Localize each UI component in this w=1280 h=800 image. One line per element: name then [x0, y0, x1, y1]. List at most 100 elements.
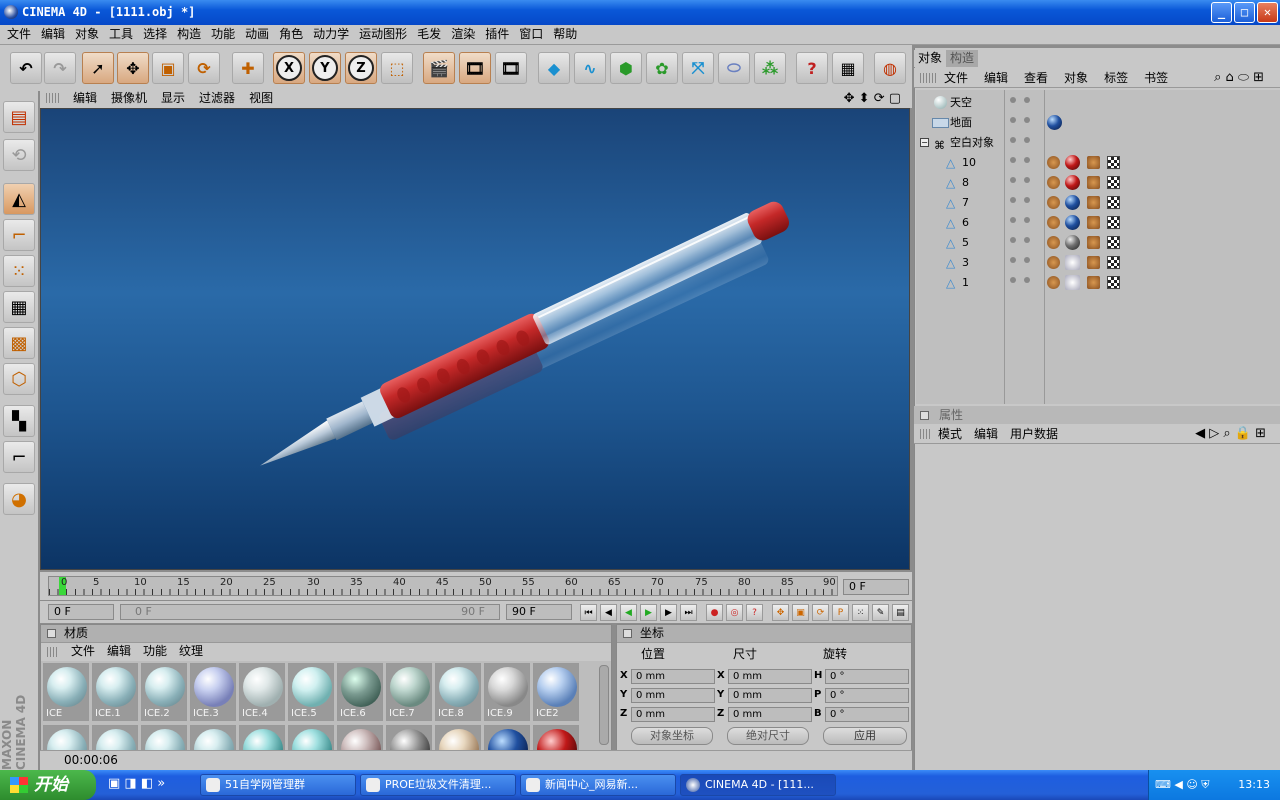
live-select-icon[interactable]: ➚ [82, 52, 114, 84]
menu-window[interactable]: 窗口 [514, 25, 548, 44]
texture-tag-icon[interactable] [1107, 236, 1120, 249]
scale-tool-icon[interactable]: ▣ [152, 52, 184, 84]
key-pla-icon[interactable]: ⁙ [852, 604, 869, 621]
tree-row-object-10[interactable]: △ 10 [916, 153, 1280, 173]
start-button[interactable]: 开始 [0, 770, 96, 800]
material-swatch[interactable]: ICE.2 [141, 663, 187, 721]
close-button[interactable]: ✕ [1257, 2, 1278, 23]
deformer-icon[interactable]: ⤧ [682, 52, 714, 84]
cube-primitive-icon[interactable]: ◆ [538, 52, 570, 84]
tree-row-object-5[interactable]: △ 5 [916, 233, 1280, 253]
viewport-nav-icons[interactable]: ✥ ⬍ ⟳ ▢ [837, 89, 908, 108]
material-swatch[interactable]: ICE.8 [435, 663, 481, 721]
tree-row-object-8[interactable]: △ 8 [916, 173, 1280, 193]
menu-functions[interactable]: 功能 [206, 25, 240, 44]
help-icon[interactable]: ? [796, 52, 828, 84]
timeline-ruler[interactable]: 0 5 10 15 20 25 30 35 40 45 50 55 60 65 … [48, 576, 838, 596]
uvw-tag-icon[interactable] [1087, 256, 1100, 269]
menu-edit[interactable]: 编辑 [36, 25, 70, 44]
sculpt-icon[interactable]: ◕ [3, 483, 35, 515]
record-icon[interactable]: ● [706, 604, 723, 621]
tray-icons[interactable]: ⌨ ◀ ☺ ⛨ [1155, 778, 1210, 791]
model-mode-icon[interactable]: ◭ [3, 183, 35, 215]
uvw-tag-icon[interactable] [1087, 196, 1100, 209]
preview-range-slider[interactable]: 0 F 90 F [120, 604, 500, 620]
next-frame-icon[interactable]: ▶ [660, 604, 677, 621]
tree-row-object-1[interactable]: △ 1 [916, 273, 1280, 293]
spline-icon[interactable]: ∿ [574, 52, 606, 84]
material-tag-icon[interactable] [1065, 195, 1080, 210]
panel-checkbox[interactable] [623, 629, 632, 638]
menu-hair[interactable]: 毛发 [412, 25, 446, 44]
phong-tag-icon[interactable] [1047, 196, 1060, 209]
material-menu-texture[interactable]: 纹理 [173, 643, 209, 660]
uvw-tag-icon[interactable] [1087, 176, 1100, 189]
panel-checkbox[interactable] [47, 629, 56, 638]
attribute-nav-icons[interactable]: ◀ ▷ ⌕ 🔒 ⊞ [1189, 424, 1272, 444]
phong-tag-icon[interactable] [1047, 176, 1060, 189]
array-icon[interactable]: ✿ [646, 52, 678, 84]
attribute-menu-userdata[interactable]: 用户数据 [1004, 424, 1064, 444]
make-editable-icon[interactable]: ⟲ [3, 139, 35, 171]
keyframe-selection-icon[interactable]: ? [746, 604, 763, 621]
panel-checkbox[interactable] [920, 411, 929, 420]
maximize-button[interactable]: □ [1234, 2, 1255, 23]
uvw-tag-icon[interactable] [1087, 236, 1100, 249]
polygons-mode-icon[interactable]: ▩ [3, 327, 35, 359]
material-swatch[interactable]: ICE.4 [239, 663, 285, 721]
attribute-menu-mode[interactable]: 模式 [932, 424, 968, 444]
menu-objects[interactable]: 对象 [70, 25, 104, 44]
size-x-field[interactable]: 0 mm [728, 669, 812, 684]
material-swatch[interactable]: ICE2 [533, 663, 579, 721]
minimize-button[interactable]: _ [1211, 2, 1232, 23]
object-menu-edit[interactable]: 编辑 [976, 68, 1016, 88]
layout-icon[interactable]: ▤ [3, 101, 35, 133]
key-scale-icon[interactable]: ▣ [792, 604, 809, 621]
goto-start-icon[interactable]: ⏮ [580, 604, 597, 621]
tab-structure[interactable]: 构造 [946, 50, 979, 67]
search-home-icons[interactable]: ⌕ ⌂ ⬭ ⊞ [1206, 68, 1272, 88]
material-scrollbar[interactable] [599, 665, 609, 745]
3d-viewport[interactable] [40, 108, 910, 570]
end-frame-field[interactable]: 90 F [506, 604, 572, 620]
material-swatch[interactable]: ICE.9 [484, 663, 530, 721]
position-y-field[interactable]: 0 mm [631, 688, 715, 703]
material-swatch[interactable]: ICE.1 [92, 663, 138, 721]
tree-row-object-6[interactable]: △ 6 [916, 213, 1280, 233]
object-menu-bookmarks[interactable]: 书签 [1136, 68, 1176, 88]
material-tag-icon[interactable] [1065, 275, 1080, 290]
goto-end-icon[interactable]: ⏭ [680, 604, 697, 621]
texture-axis-icon[interactable]: ⌐ [3, 441, 35, 473]
phong-tag-icon[interactable] [1047, 216, 1060, 229]
taskbar-item-news[interactable]: 新闻中心_网易新... [520, 774, 676, 796]
taskbar-item-qq-group[interactable]: 51自学网管理群 [200, 774, 356, 796]
taskbar-item-cinema4d[interactable]: CINEMA 4D - [111... [680, 774, 836, 796]
phong-tag-icon[interactable] [1047, 256, 1060, 269]
texture-tag-icon[interactable] [1107, 176, 1120, 189]
render-settings-icon[interactable]: 🎞 [495, 52, 527, 84]
add-object-icon[interactable]: ✚ [232, 52, 264, 84]
object-menu-objects[interactable]: 对象 [1056, 68, 1096, 88]
redo-icon[interactable]: ↷ [44, 52, 76, 84]
apply-button[interactable]: 应用 [823, 727, 907, 745]
key-rotation-icon[interactable]: ⟳ [812, 604, 829, 621]
key-position-icon[interactable]: ✥ [772, 604, 789, 621]
object-menu-tags[interactable]: 标签 [1096, 68, 1136, 88]
taskbar-item-proe[interactable]: PROE垃圾文件清理... [360, 774, 516, 796]
particles-icon[interactable]: ⁂ [754, 52, 786, 84]
viewport-menu-edit[interactable]: 编辑 [66, 89, 104, 108]
current-frame-field[interactable]: 0 F [843, 579, 909, 595]
prev-frame-icon[interactable]: ◀ [600, 604, 617, 621]
move-tool-icon[interactable]: ✥ [117, 52, 149, 84]
tree-row-object-7[interactable]: △ 7 [916, 193, 1280, 213]
coordinate-system-icon[interactable]: ⬚ [381, 52, 413, 84]
tree-row-null[interactable]: − ⌘ 空白对象 [916, 133, 1280, 153]
tree-row-sky[interactable]: 天空 [916, 93, 1280, 113]
material-swatch[interactable]: ICE.5 [288, 663, 334, 721]
collapse-icon[interactable]: − [920, 138, 929, 147]
autokey-icon[interactable]: ◎ [726, 604, 743, 621]
object-axis-icon[interactable]: ⌐ [3, 219, 35, 251]
menu-tools[interactable]: 工具 [104, 25, 138, 44]
nurbs-icon[interactable]: ⬢ [610, 52, 642, 84]
tree-row-object-3[interactable]: △ 3 [916, 253, 1280, 273]
